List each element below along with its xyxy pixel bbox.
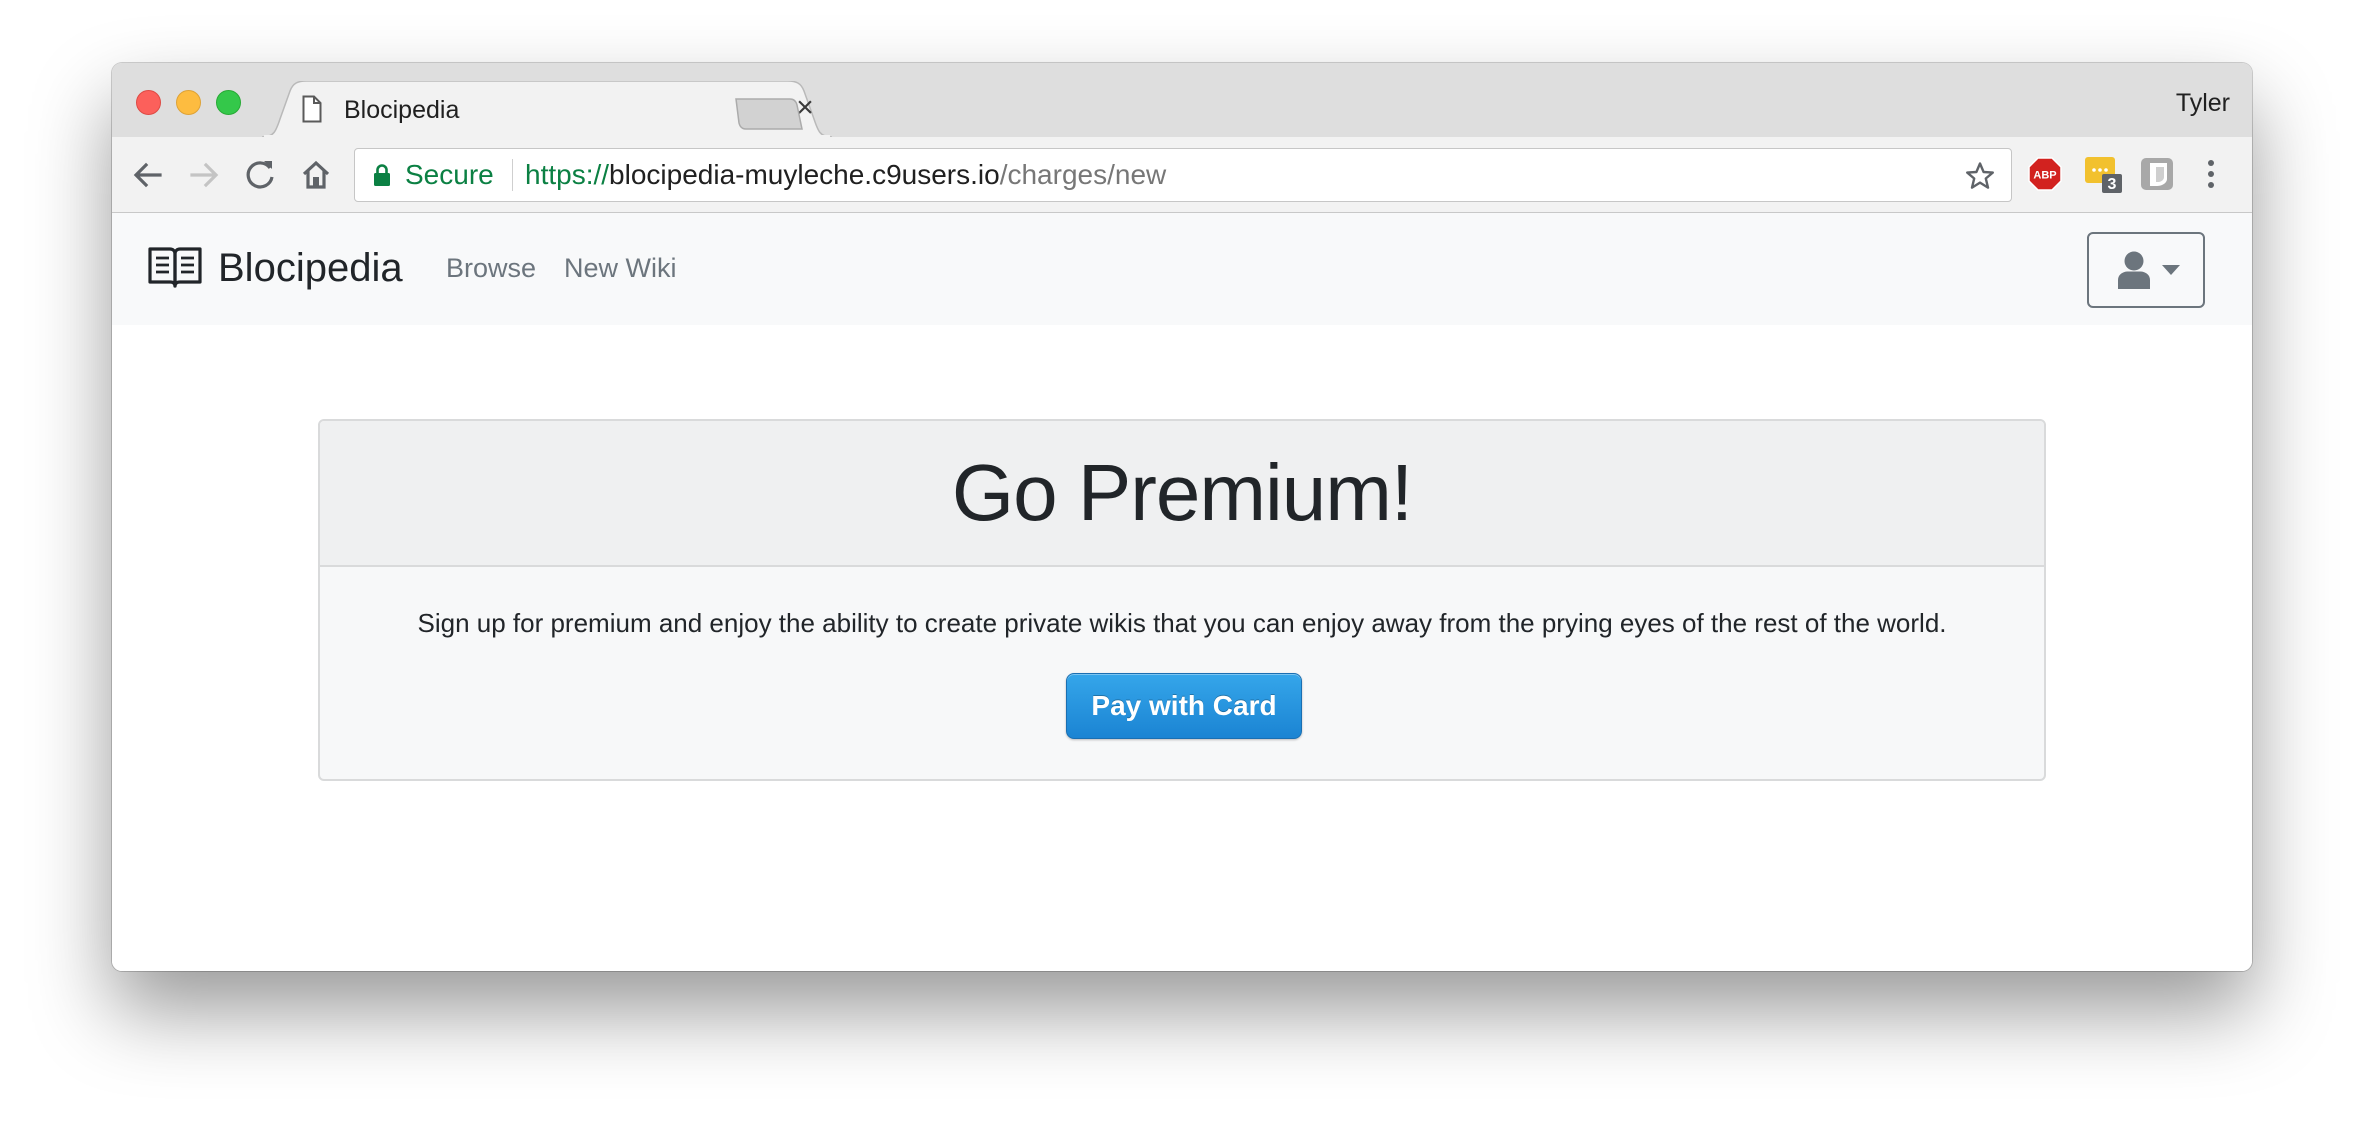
web-page: Blocipedia Browse New Wiki Go Premium! S… <box>112 213 2252 971</box>
nav-link-new-wiki[interactable]: New Wiki <box>564 251 677 285</box>
page-title: Go Premium! <box>951 448 1413 537</box>
premium-card: Go Premium! Sign up for premium and enjo… <box>318 419 2046 781</box>
browser-toolbar: Secure https://blocipedia-muyleche.c9use… <box>112 137 2252 213</box>
nav-link-browse[interactable]: Browse <box>446 251 536 285</box>
pay-with-card-button[interactable]: Pay with Card <box>1066 673 1302 739</box>
forward-arrow-icon[interactable] <box>184 155 224 195</box>
close-window-button[interactable] <box>136 90 161 115</box>
home-icon[interactable] <box>296 155 336 195</box>
page-icon <box>302 95 322 123</box>
star-icon[interactable] <box>1965 161 1995 191</box>
screenshot-stage: Blocipedia × Tyler Secure https://blocip… <box>0 0 2364 1132</box>
shield-extension-icon[interactable] <box>2140 157 2174 191</box>
new-tab-button[interactable] <box>732 97 804 131</box>
reload-icon[interactable] <box>240 155 280 195</box>
svg-text:3: 3 <box>2108 176 2117 193</box>
notes-extension-icon[interactable]: 3 <box>2084 155 2124 195</box>
lock-icon <box>374 164 390 186</box>
user-menu-button[interactable] <box>2087 232 2205 308</box>
secure-label: Secure <box>405 159 494 190</box>
site-navbar: Blocipedia Browse New Wiki <box>112 213 2252 325</box>
url-scheme: https:// <box>525 159 610 190</box>
premium-description: Sign up for premium and enjoy the abilit… <box>417 608 1947 638</box>
card-header: Go Premium! <box>320 421 2044 567</box>
book-icon <box>148 247 202 288</box>
address-bar[interactable]: Secure https://blocipedia-muyleche.c9use… <box>354 148 2012 202</box>
back-arrow-icon[interactable] <box>128 155 168 195</box>
profile-name[interactable]: Tyler <box>2176 89 2230 118</box>
tab-strip: Blocipedia × Tyler <box>112 63 2252 137</box>
url-path: /charges/new <box>999 159 1167 190</box>
browser-window: Blocipedia × Tyler Secure https://blocip… <box>112 63 2252 971</box>
svg-text:ABP: ABP <box>2033 170 2056 182</box>
brand-name: Blocipedia <box>218 246 403 290</box>
zoom-window-button[interactable] <box>216 90 241 115</box>
minimize-window-button[interactable] <box>176 90 201 115</box>
url-text[interactable]: https://blocipedia-muyleche.c9users.io/c… <box>525 159 1166 191</box>
menu-dots-icon[interactable] <box>2194 157 2228 191</box>
adblock-plus-icon[interactable]: ABP <box>2028 157 2062 191</box>
user-icon <box>2118 251 2150 289</box>
tab-title: Blocipedia <box>344 96 460 124</box>
chevron-down-icon <box>2162 265 2180 275</box>
url-host: blocipedia-muyleche.c9users.io <box>609 159 1000 190</box>
omnibox-divider <box>512 159 513 191</box>
